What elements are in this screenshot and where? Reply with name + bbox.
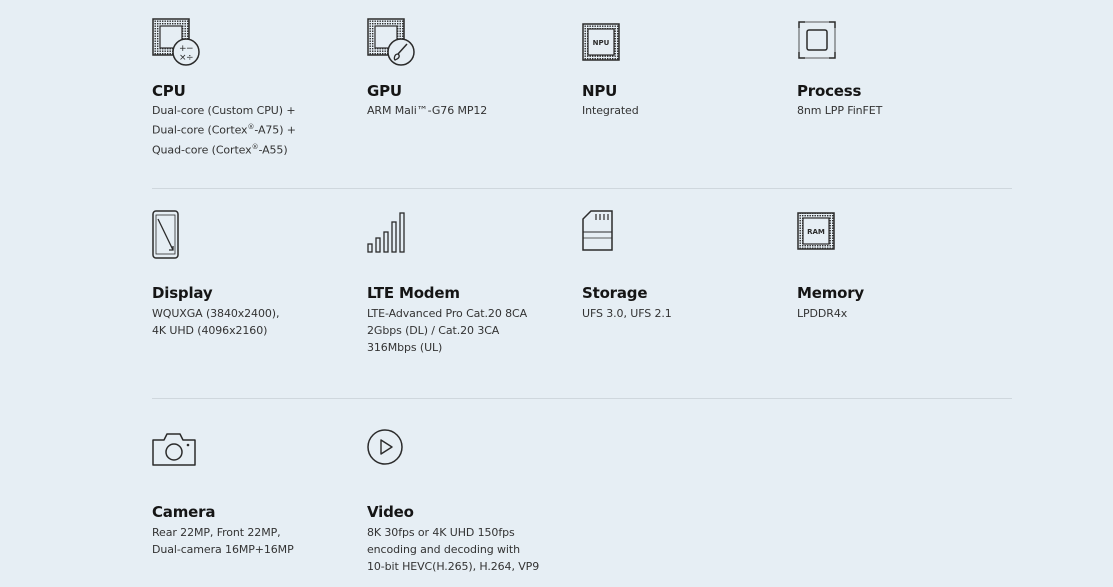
- spec-title: Display: [152, 284, 213, 302]
- svg-text:÷: ÷: [186, 53, 194, 63]
- spec-camera: Camera Rear 22MP, Front 22MP, Dual-camer…: [152, 399, 367, 587]
- spec-row-3: Camera Rear 22MP, Front 22MP, Dual-camer…: [152, 399, 1012, 587]
- spec-title: CPU: [152, 82, 186, 100]
- spec-title: Video: [367, 503, 414, 521]
- spec-video: Video 8K 30fps or 4K UHD 150fps encoding…: [367, 399, 582, 587]
- ram-chip-icon: RAM: [797, 210, 847, 260]
- spec-desc: LPDDR4x: [797, 307, 848, 320]
- gpu-brush-icon: [367, 18, 417, 68]
- spec-desc: WQUXGA (3840x2400), 4K UHD (4096x2160): [152, 307, 280, 337]
- spec-desc: Rear 22MP, Front 22MP, Dual-camera 16MP+…: [152, 526, 294, 556]
- process-frame-icon: [797, 18, 847, 68]
- spec-title: Memory: [797, 284, 865, 302]
- spec-memory: RAM Memory LPDDR4x: [797, 189, 1012, 399]
- spec-cpu: + − × ÷ CPU Dual-core (Custom CPU) + Dual…: [152, 0, 367, 189]
- spec-title: LTE Modem: [367, 284, 460, 302]
- spec-gpu: GPU ARM Mali™-G76 MP12: [367, 0, 582, 189]
- spec-title: Camera: [152, 503, 216, 521]
- signal-bars-icon: [367, 210, 417, 260]
- camera-icon: [152, 429, 202, 479]
- spec-title: Process: [797, 82, 862, 100]
- svg-text:RAM: RAM: [807, 228, 825, 236]
- spec-desc: Integrated: [582, 104, 639, 117]
- spec-desc: UFS 3.0, UFS 2.1: [582, 307, 672, 320]
- spec-lte-modem: LTE Modem LTE-Advanced Pro Cat.20 8CA 2G…: [367, 189, 582, 399]
- spec-storage: Storage UFS 3.0, UFS 2.1: [582, 189, 797, 399]
- spec-desc: 8nm LPP FinFET: [797, 104, 883, 117]
- spec-desc: Dual-core (Custom CPU) + Dual-core (Corte…: [152, 104, 296, 157]
- play-icon: [367, 429, 417, 479]
- spec-title: Storage: [582, 284, 648, 302]
- spec-process: Process 8nm LPP FinFET: [797, 0, 1012, 189]
- spec-title: GPU: [367, 82, 402, 100]
- spec-npu: NPU NPU Integrated: [582, 0, 797, 189]
- spec-grid: + − × ÷ CPU Dual-core (Custom CPU) + Dual…: [152, 0, 1012, 587]
- spec-desc: 8K 30fps or 4K UHD 150fps encoding and d…: [367, 526, 540, 573]
- display-phone-icon: [152, 210, 202, 260]
- spec-row-1: + − × ÷ CPU Dual-core (Custom CPU) + Dual…: [152, 0, 1012, 189]
- sd-card-icon: [582, 210, 632, 260]
- cpu-calculator-icon: + − × ÷: [152, 18, 202, 68]
- spec-desc: ARM Mali™-G76 MP12: [367, 104, 488, 117]
- spec-desc: LTE-Advanced Pro Cat.20 8CA 2Gbps (DL) /…: [367, 307, 528, 354]
- svg-text:NPU: NPU: [593, 39, 610, 47]
- spec-title: NPU: [582, 82, 618, 100]
- npu-chip-icon: NPU: [582, 18, 632, 68]
- spec-row-2: Display WQUXGA (3840x2400), 4K UHD (4096…: [152, 189, 1012, 399]
- spec-display: Display WQUXGA (3840x2400), 4K UHD (4096…: [152, 189, 367, 399]
